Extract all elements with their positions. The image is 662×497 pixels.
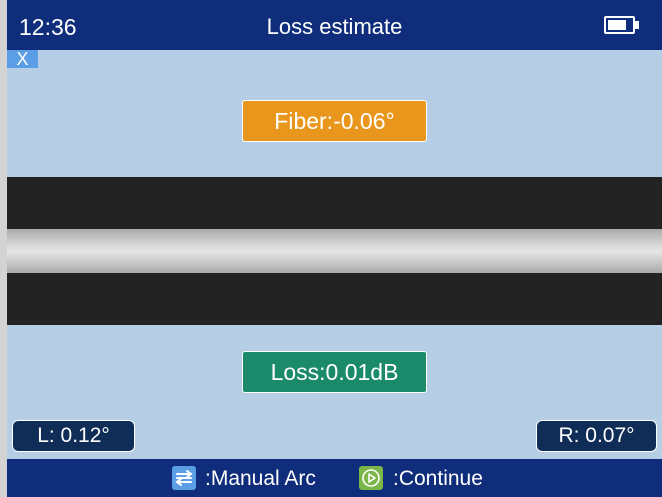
page-title: Loss estimate xyxy=(266,14,403,39)
close-button[interactable]: X xyxy=(7,50,38,68)
right-angle-badge: R: 0.07° xyxy=(536,420,657,452)
manual-arc-label: :Manual Arc xyxy=(205,467,316,490)
continue-icon[interactable] xyxy=(359,466,383,490)
fiber-angle-badge: Fiber:-0.06° xyxy=(242,100,427,142)
left-angle-badge: L: 0.12° xyxy=(12,420,135,452)
fiber-core xyxy=(7,229,662,273)
footer-bar: :Manual Arc :Continue xyxy=(7,459,662,497)
battery-level xyxy=(608,20,626,30)
battery-icon xyxy=(604,16,635,34)
battery-tip xyxy=(635,21,639,29)
continue-label: :Continue xyxy=(393,467,483,490)
fiber-view xyxy=(7,177,662,325)
manual-arc-icon[interactable] xyxy=(172,466,196,490)
header-bar: 12:36 Loss estimate xyxy=(7,0,662,50)
loss-badge: Loss:0.01dB xyxy=(242,351,427,393)
splicer-screen: 12:36 Loss estimate X Fiber:-0.06° Loss:… xyxy=(7,0,662,497)
